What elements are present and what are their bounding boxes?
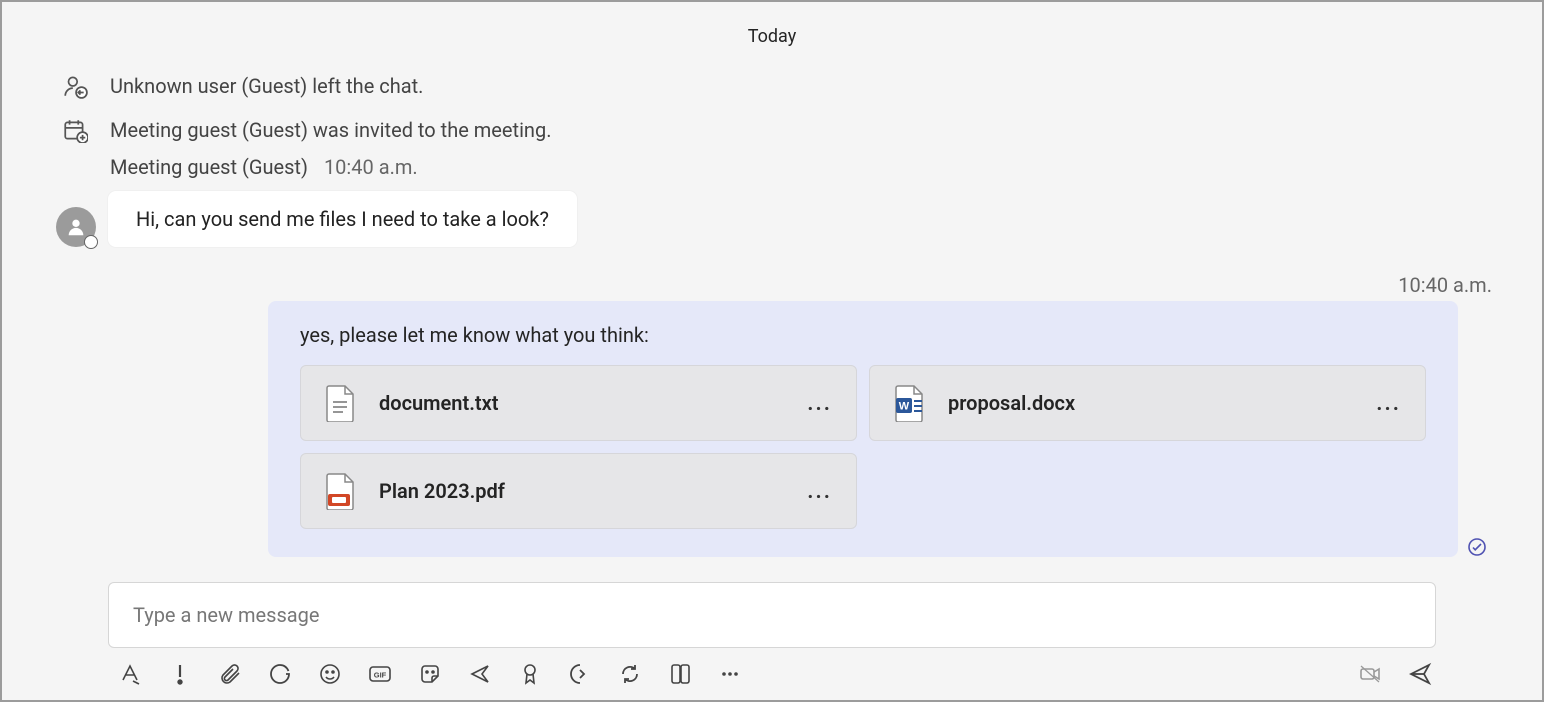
incoming-author: Meeting guest (Guest)	[110, 155, 308, 179]
file-name: Plan 2023.pdf	[379, 479, 505, 503]
system-event-user-left: Unknown user (Guest) left the chat.	[48, 67, 1496, 111]
outgoing-timestamp: 10:40 a.m.	[48, 247, 1496, 301]
date-divider: Today	[48, 12, 1496, 67]
file-attachment-pdf[interactable]: Plan 2023.pdf ...	[300, 453, 857, 529]
calendar-add-icon	[62, 117, 88, 143]
avatar[interactable]	[56, 207, 96, 247]
updates-icon[interactable]	[618, 662, 642, 686]
incoming-timestamp: 10:40 a.m.	[324, 155, 418, 179]
presence-indicator	[84, 235, 98, 249]
seen-check-icon	[1468, 537, 1486, 555]
incoming-message-text: Hi, can you send me files I need to take…	[136, 207, 549, 231]
file-attachment-docx[interactable]: W proposal.docx ...	[869, 365, 1426, 441]
file-attachment-txt[interactable]: document.txt ...	[300, 365, 857, 441]
priority-icon[interactable]	[168, 662, 192, 686]
message-input[interactable]: Type a new message	[108, 582, 1436, 648]
svg-text:GIF: GIF	[374, 671, 387, 680]
stream-icon[interactable]	[568, 662, 592, 686]
file-word-icon: W	[894, 384, 926, 422]
system-event-invited: Meeting guest (Guest) was invited to the…	[48, 111, 1496, 155]
approval-icon[interactable]	[518, 662, 542, 686]
incoming-message-bubble[interactable]: Hi, can you send me files I need to take…	[108, 191, 577, 247]
file-name: document.txt	[379, 391, 498, 415]
outgoing-message-text: yes, please let me know what you think:	[300, 323, 1426, 347]
compose-toolbar: GIF	[108, 648, 1436, 692]
sticker-icon[interactable]	[418, 662, 442, 686]
apps-icon[interactable]	[668, 662, 692, 686]
file-more-button[interactable]: ...	[807, 391, 832, 416]
system-event-text: Meeting guest (Guest) was invited to the…	[110, 118, 551, 142]
emoji-icon[interactable]	[318, 662, 342, 686]
video-clip-icon[interactable]	[1358, 662, 1382, 686]
more-icon[interactable]	[718, 662, 742, 686]
svg-text:W: W	[899, 401, 910, 413]
format-icon[interactable]	[118, 662, 142, 686]
send-arrow-icon[interactable]	[468, 662, 492, 686]
file-name: proposal.docx	[948, 391, 1075, 415]
file-more-button[interactable]: ...	[807, 479, 832, 504]
loop-icon[interactable]	[268, 662, 292, 686]
system-event-text: Unknown user (Guest) left the chat.	[110, 74, 423, 98]
file-ppt-icon	[325, 472, 357, 510]
incoming-message-header: Meeting guest (Guest) 10:40 a.m.	[48, 155, 1496, 179]
gif-icon[interactable]: GIF	[368, 662, 392, 686]
outgoing-message-bubble[interactable]: yes, please let me know what you think: …	[268, 301, 1458, 557]
attach-icon[interactable]	[218, 662, 242, 686]
send-button[interactable]	[1408, 662, 1432, 686]
message-input-placeholder: Type a new message	[133, 603, 319, 627]
user-left-icon	[62, 73, 88, 99]
file-txt-icon	[325, 384, 357, 422]
file-more-button[interactable]: ...	[1376, 391, 1401, 416]
